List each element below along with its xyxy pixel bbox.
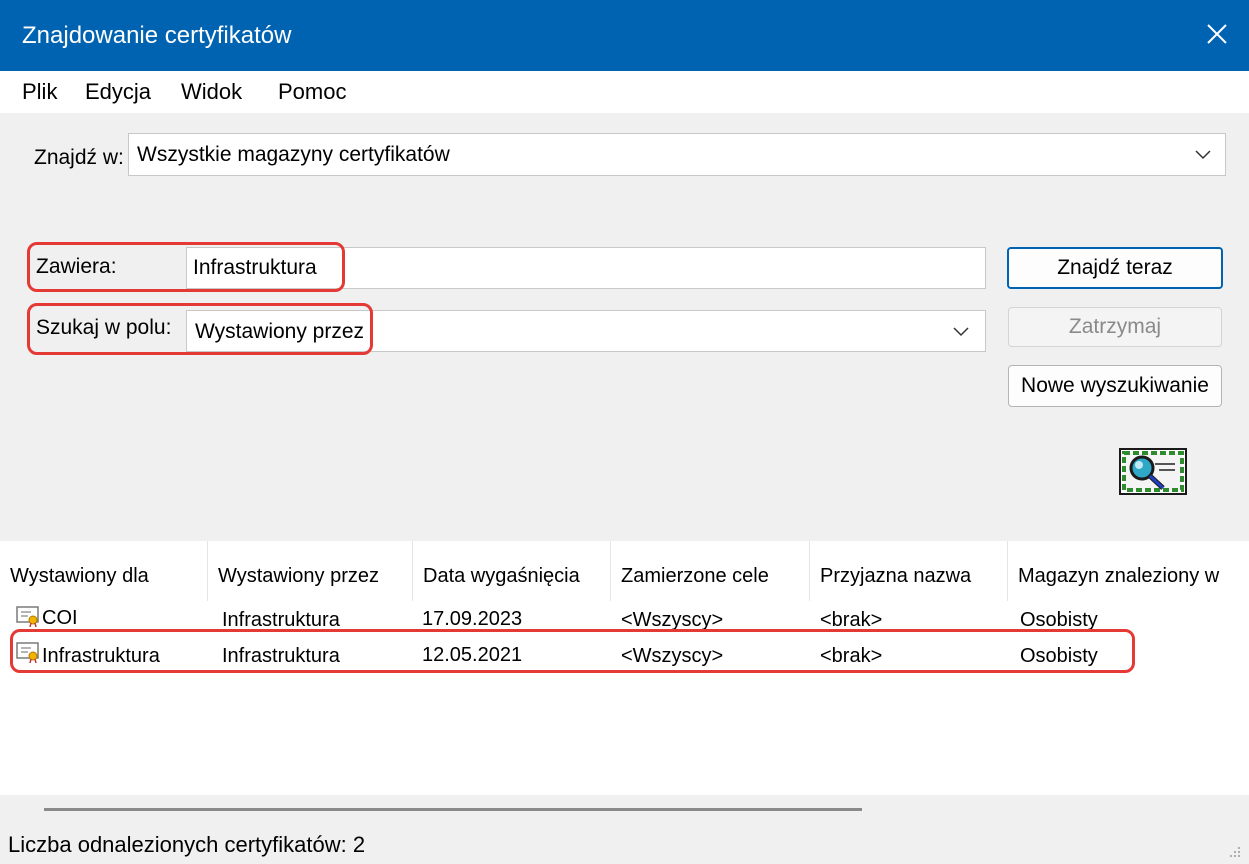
status-text: Liczba odnalezionych certyfikatów: 2 — [8, 832, 366, 857]
certificate-search-icon — [1119, 448, 1187, 495]
horizontal-scrollbar[interactable] — [44, 808, 862, 811]
cell: <Wszyscy> — [621, 609, 724, 631]
find-now-button[interactable]: Znajdź teraz — [1007, 247, 1223, 289]
cell: Infrastruktura — [222, 645, 340, 667]
find-in-value: Wszystkie magazyny certyfikatów — [137, 143, 450, 166]
menu-edit[interactable]: Edycja — [85, 79, 151, 105]
contains-label: Zawiera: — [36, 255, 117, 278]
certificate-icon — [16, 642, 39, 663]
menu-view[interactable]: Widok — [181, 79, 242, 105]
field-select[interactable]: Wystawiony przez — [186, 310, 986, 352]
menu-bar: Plik Edycja Widok Pomoc — [0, 71, 1249, 113]
cell: 12.05.2021 — [422, 644, 523, 666]
cell: <brak> — [820, 609, 883, 631]
cell: <brak> — [820, 645, 883, 667]
column-header[interactable]: Przyjazna nazwa — [810, 541, 1008, 601]
column-header[interactable]: Wystawiony dla — [0, 541, 208, 601]
results-list[interactable]: Wystawiony dla Wystawiony przez Data wyg… — [0, 541, 1249, 795]
menu-file[interactable]: Plik — [22, 79, 57, 105]
cell: <Wszyscy> — [621, 645, 724, 667]
window-title: Znajdowanie certyfikatów — [22, 22, 292, 49]
cell: Infrastruktura — [42, 645, 160, 667]
column-header[interactable]: Magazyn znaleziony w — [1008, 541, 1249, 601]
cell: COI — [42, 607, 78, 629]
highlight-row — [10, 629, 1135, 673]
chevron-down-icon — [953, 327, 969, 337]
find-in-select[interactable]: Wszystkie magazyny certyfikatów — [128, 133, 1226, 176]
field-label: Szukaj w polu: — [36, 316, 172, 339]
menu-help[interactable]: Pomoc — [278, 79, 346, 105]
cell: Osobisty — [1020, 609, 1098, 631]
cell: 17.09.2023 — [422, 608, 523, 630]
cell: Osobisty — [1020, 645, 1098, 667]
new-search-button[interactable]: Nowe wyszukiwanie — [1008, 365, 1222, 407]
column-header[interactable]: Data wygaśnięcia — [413, 541, 611, 601]
find-in-label: Znajdź w: — [34, 146, 124, 169]
cell: Infrastruktura — [222, 609, 340, 631]
title-bar: Znajdowanie certyfikatów — [0, 0, 1249, 71]
field-value: Wystawiony przez — [195, 320, 365, 343]
column-header[interactable]: Wystawiony przez — [208, 541, 413, 601]
chevron-down-icon — [1195, 150, 1211, 160]
stop-button[interactable]: Zatrzymaj — [1008, 307, 1222, 347]
contains-input[interactable]: Infrastruktura — [186, 247, 986, 289]
certificate-icon — [16, 606, 39, 627]
close-icon[interactable] — [1197, 14, 1237, 54]
column-header[interactable]: Zamierzone cele — [611, 541, 810, 601]
contains-value: Infrastruktura — [193, 256, 317, 279]
resize-grip-icon[interactable] — [1227, 844, 1241, 858]
